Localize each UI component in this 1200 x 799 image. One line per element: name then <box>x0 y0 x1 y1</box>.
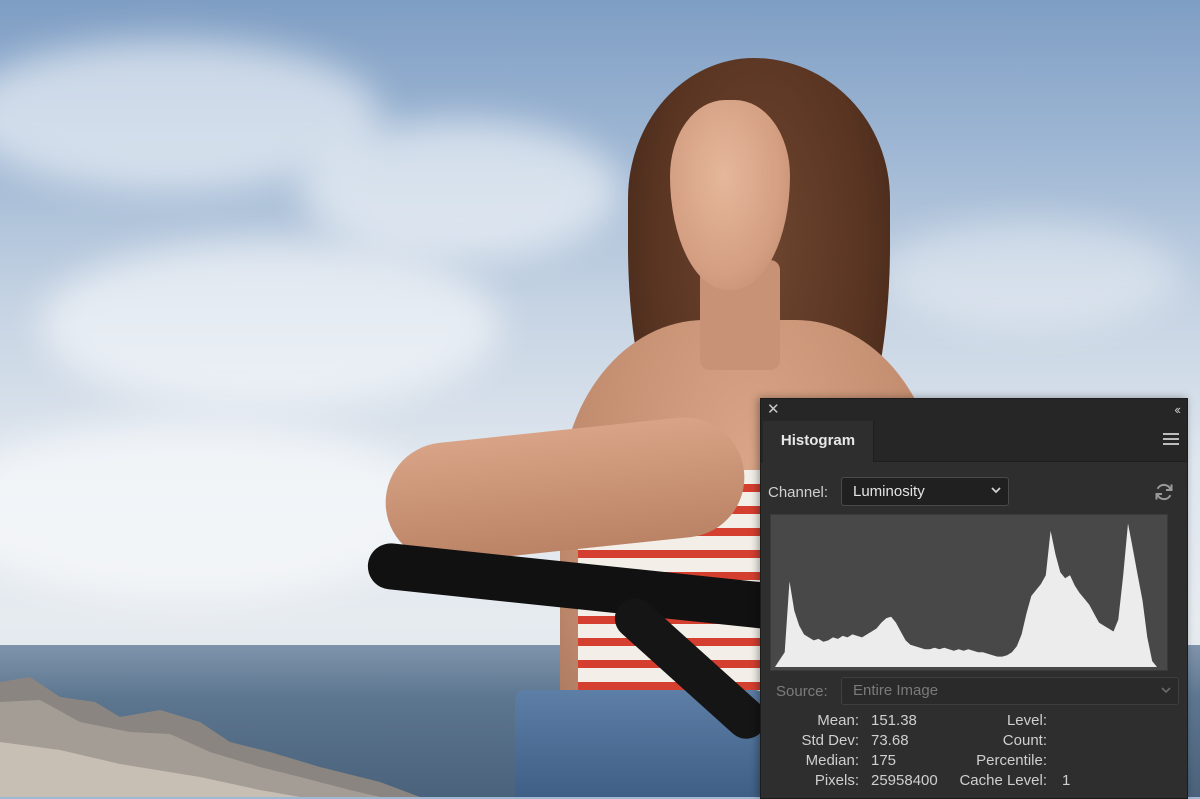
median-value: 175 <box>871 752 897 769</box>
panel-tab-bar: Histogram <box>761 421 1187 462</box>
channel-label: Channel: <box>768 484 829 501</box>
cache-level-value: 1 <box>1062 772 1071 789</box>
level-label: Level: <box>1006 712 1047 729</box>
histogram-curve <box>775 523 1157 667</box>
histogram-graph <box>775 523 1157 667</box>
histogram-display <box>770 514 1168 671</box>
refresh-icon[interactable] <box>1153 481 1175 503</box>
pixels-label: Pixels: <box>814 772 859 789</box>
pixels-value: 25958400 <box>871 772 938 789</box>
chevron-down-icon <box>991 487 1001 494</box>
median-label: Median: <box>805 752 859 769</box>
percentile-label: Percentile: <box>976 752 1047 769</box>
tab-histogram[interactable]: Histogram <box>763 421 874 462</box>
mean-value: 151.38 <box>871 712 917 729</box>
mean-label: Mean: <box>817 712 859 729</box>
count-label: Count: <box>1002 732 1047 749</box>
cache-level-label: Cache Level: <box>959 772 1047 789</box>
source-label: Source: <box>776 683 828 700</box>
source-value: Entire Image <box>853 682 939 699</box>
chevron-down-icon <box>1161 687 1171 694</box>
channel-value: Luminosity <box>853 483 925 500</box>
std-dev-value: 73.68 <box>871 732 909 749</box>
hamburger-icon[interactable] <box>1163 433 1179 447</box>
histogram-panel: ✕ ‹‹ Histogram Channel: Luminosity Sourc… <box>760 398 1188 799</box>
rocks <box>0 677 420 797</box>
std-dev-label: Std Dev: <box>801 732 859 749</box>
source-select: Entire Image <box>841 677 1179 705</box>
close-icon[interactable]: ✕ <box>767 401 783 419</box>
channel-select[interactable]: Luminosity <box>841 477 1009 506</box>
collapse-icon[interactable]: ‹‹ <box>1159 401 1181 419</box>
panel-title-bar: ✕ ‹‹ <box>761 399 1187 422</box>
